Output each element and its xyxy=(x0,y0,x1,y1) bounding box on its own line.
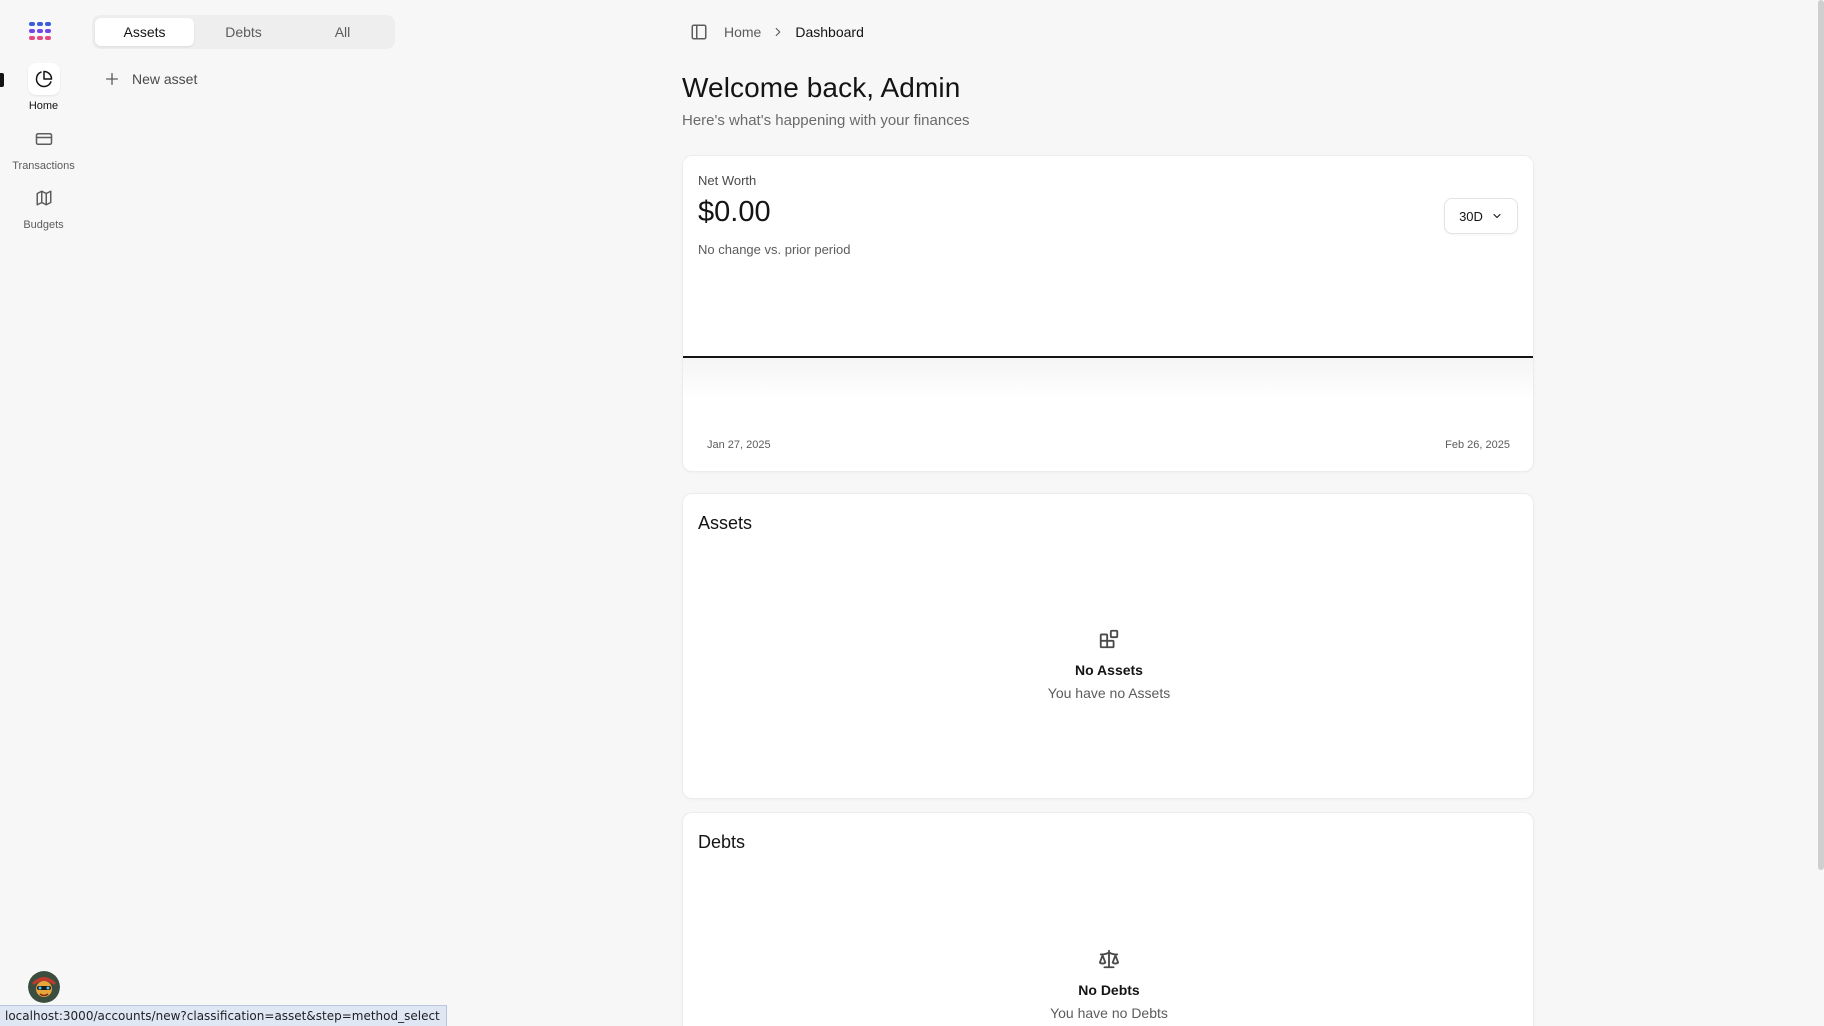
nav-label-budgets: Budgets xyxy=(23,219,64,231)
plus-icon xyxy=(104,71,120,87)
net-worth-card: Net Worth $0.00 No change vs. prior peri… xyxy=(682,155,1534,472)
breadcrumb: Home Dashboard xyxy=(690,22,864,42)
x-tick-label-end: Feb 26, 2025 xyxy=(1445,439,1510,451)
page-subtitle: Here's what's happening with your financ… xyxy=(682,112,970,129)
net-worth-chart xyxy=(683,356,1533,416)
account-type-tabs: Assets Debts All xyxy=(92,15,395,49)
tab-all[interactable]: All xyxy=(293,18,392,46)
user-avatar[interactable] xyxy=(28,971,60,1003)
tab-assets[interactable]: Assets xyxy=(95,18,194,46)
app-window: Home Transactions Budgets Assets Debts A… xyxy=(0,0,1824,1026)
pie-chart-icon xyxy=(27,63,60,95)
net-worth-label: Net Worth xyxy=(698,173,757,188)
x-tick-label-start: Jan 27, 2025 xyxy=(707,439,771,451)
breadcrumb-home[interactable]: Home xyxy=(724,24,761,40)
debts-title: Debts xyxy=(698,832,746,852)
sidebar-toggle-icon[interactable] xyxy=(690,23,708,41)
chevron-right-icon xyxy=(771,25,785,39)
nav-item-transactions[interactable]: Transactions xyxy=(0,123,87,173)
debts-card: Debts No Debts You have no Debts xyxy=(682,812,1534,1026)
assets-card: Assets No Assets You have no Assets xyxy=(682,493,1534,799)
breadcrumb-current: Dashboard xyxy=(795,24,864,40)
page-title: Welcome back, Admin xyxy=(682,72,961,103)
scale-icon xyxy=(1098,948,1120,970)
tab-debts[interactable]: Debts xyxy=(194,18,293,46)
nav-item-budgets[interactable]: Budgets xyxy=(0,182,87,232)
assets-empty-state: No Assets You have no Assets xyxy=(683,628,1533,701)
nav-label-home: Home xyxy=(28,100,59,112)
assets-title: Assets xyxy=(698,513,753,533)
nav-label-transactions: Transactions xyxy=(12,160,75,172)
period-select[interactable]: 30D xyxy=(1444,198,1518,234)
assets-empty-text: You have no Assets xyxy=(1047,685,1171,701)
status-bar-url: localhost:3000/accounts/new?classificati… xyxy=(0,1005,447,1026)
assets-empty-title: No Assets xyxy=(1075,662,1143,678)
debts-empty-title: No Debts xyxy=(1078,982,1140,998)
debts-empty-text: You have no Debts xyxy=(1050,1005,1168,1021)
debts-empty-state: No Debts You have no Debts xyxy=(683,948,1533,1021)
credit-card-icon xyxy=(28,123,60,155)
nav-rail: Home Transactions Budgets xyxy=(0,0,87,1026)
app-logo[interactable] xyxy=(29,22,59,42)
net-worth-value: $0.00 xyxy=(698,196,771,228)
chevron-down-icon xyxy=(1491,210,1503,222)
period-select-value: 30D xyxy=(1459,208,1483,224)
chart-series-line xyxy=(683,356,1533,358)
map-icon xyxy=(28,182,60,214)
new-asset-button[interactable]: New asset xyxy=(104,69,197,89)
net-worth-change: No change vs. prior period xyxy=(698,242,851,257)
chart-area-fill xyxy=(683,356,1533,400)
new-asset-label: New asset xyxy=(132,71,198,87)
blocks-icon xyxy=(1098,628,1120,650)
nav-item-home[interactable]: Home xyxy=(0,63,87,113)
page-scrollbar[interactable] xyxy=(1818,0,1824,870)
